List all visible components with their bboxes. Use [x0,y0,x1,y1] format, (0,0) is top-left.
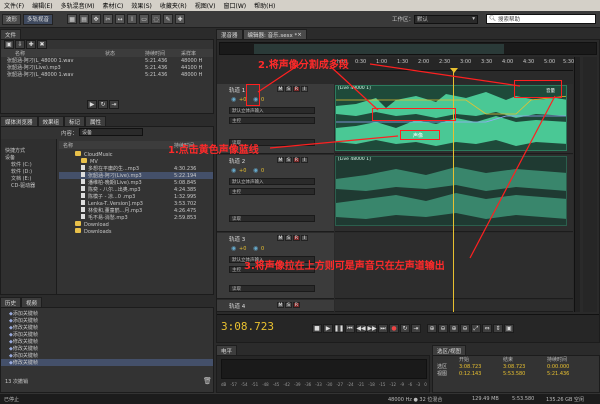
annotation-arrows [257,63,556,259]
